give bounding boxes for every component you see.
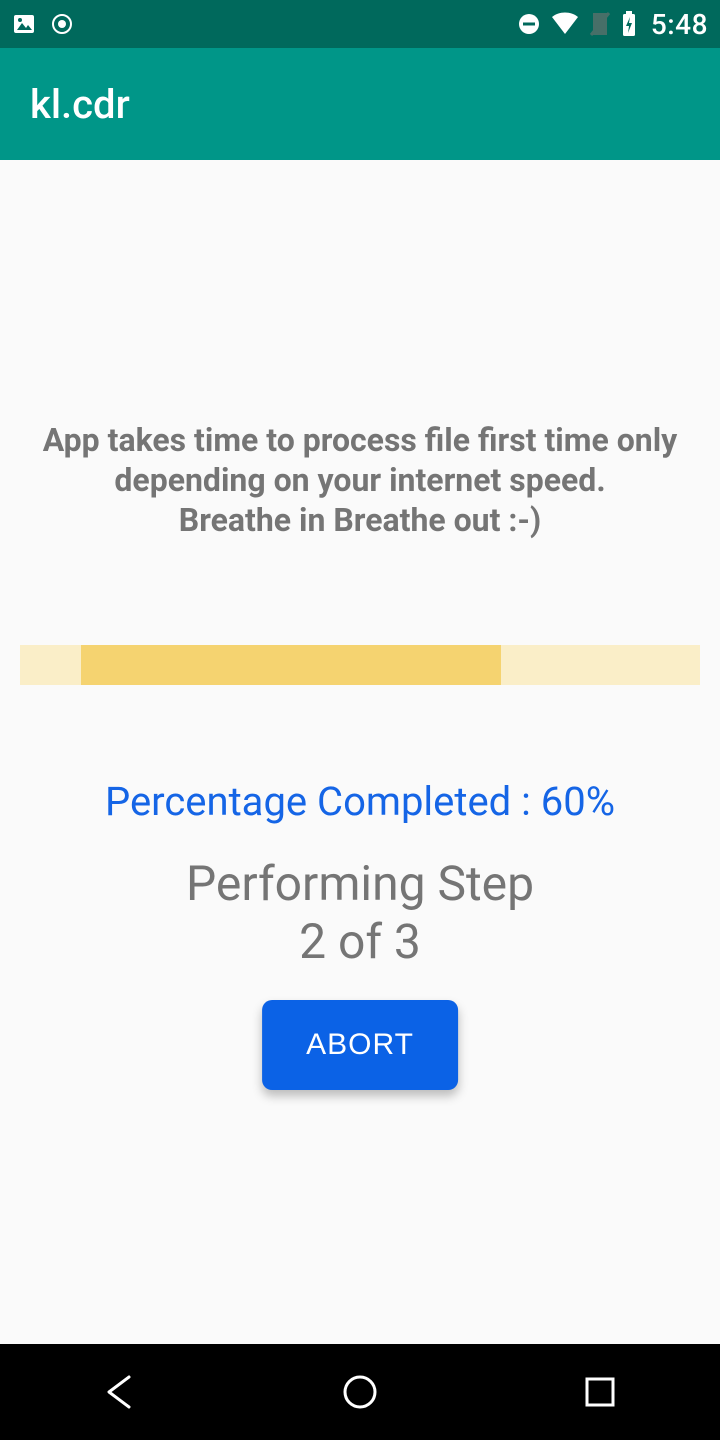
status-time: 5:48 — [651, 8, 708, 41]
wifi-icon — [551, 12, 579, 36]
nav-home-button[interactable] — [300, 1344, 420, 1440]
picture-icon — [12, 12, 36, 36]
no-sim-icon — [589, 11, 611, 37]
recent-icon — [583, 1375, 617, 1409]
info-text: App takes time to process file first tim… — [20, 420, 700, 540]
status-right-icons: 5:48 — [517, 8, 708, 41]
info-line-3: Breathe in Breathe out :-) — [20, 500, 700, 540]
circle-icon — [50, 12, 74, 36]
progress-bar — [20, 645, 700, 685]
nav-recent-button[interactable] — [540, 1344, 660, 1440]
progress-bar-fill — [81, 645, 501, 685]
battery-charging-icon — [621, 11, 637, 37]
dnd-icon — [517, 12, 541, 36]
info-line-2: depending on your internet speed. — [20, 460, 700, 500]
step-line-1: Performing Step — [0, 855, 720, 913]
info-line-1: App takes time to process file first tim… — [20, 420, 700, 460]
step-label: Performing Step 2 of 3 — [0, 855, 720, 970]
home-icon — [341, 1373, 379, 1411]
navigation-bar — [0, 1344, 720, 1440]
step-line-2: 2 of 3 — [0, 913, 720, 971]
back-icon — [101, 1373, 139, 1411]
nav-back-button[interactable] — [60, 1344, 180, 1440]
app-title: kl.cdr — [30, 81, 130, 128]
abort-button[interactable]: ABORT — [262, 1000, 458, 1090]
status-bar: 5:48 — [0, 0, 720, 48]
app-bar: kl.cdr — [0, 48, 720, 160]
content-area: App takes time to process file first tim… — [0, 160, 720, 1344]
percent-completed-label: Percentage Completed : 60% — [0, 778, 720, 825]
status-left-icons — [12, 12, 74, 36]
